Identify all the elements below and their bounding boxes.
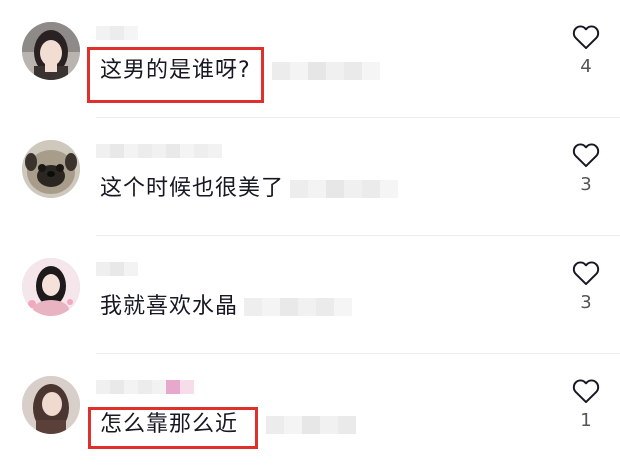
comment-item[interactable]: 这男的是谁呀? 4 [0,0,620,118]
username-blurred [96,380,194,394]
blurred-text [244,298,352,316]
username-blurred [96,26,138,40]
woman-pink-avatar[interactable] [22,258,80,316]
heart-outline-icon [572,25,600,50]
comment-item[interactable]: 我就喜欢水晶 3 [0,236,620,354]
username-blurred [96,144,222,158]
long-hair-girl-avatar[interactable] [22,376,80,434]
pug-dog-avatar[interactable] [22,140,80,198]
girl-portrait-avatar[interactable] [22,22,80,80]
heart-outline-icon [572,143,600,168]
comment-text: 我就喜欢水晶 [100,294,239,319]
blurred-text [266,416,356,434]
like-count: 3 [580,292,592,313]
comment-text: 这个时候也很美了 [100,176,285,201]
comment-item[interactable]: 怎么靠那么近 1 [0,354,620,472]
blurred-text [290,180,398,198]
comment-item[interactable]: 这个时候也很美了 3 [0,118,620,236]
like-count: 4 [580,56,592,77]
like-button[interactable]: 4 [566,24,606,77]
heart-outline-icon [572,261,600,286]
like-button[interactable]: 3 [566,142,606,195]
like-count: 1 [580,410,592,431]
highlight-box [87,47,264,103]
like-button[interactable]: 1 [566,378,606,431]
highlight-box [88,407,258,449]
like-count: 3 [580,174,592,195]
like-button[interactable]: 3 [566,260,606,313]
blurred-text [272,62,380,80]
username-blurred [96,262,138,276]
heart-outline-icon [572,379,600,404]
